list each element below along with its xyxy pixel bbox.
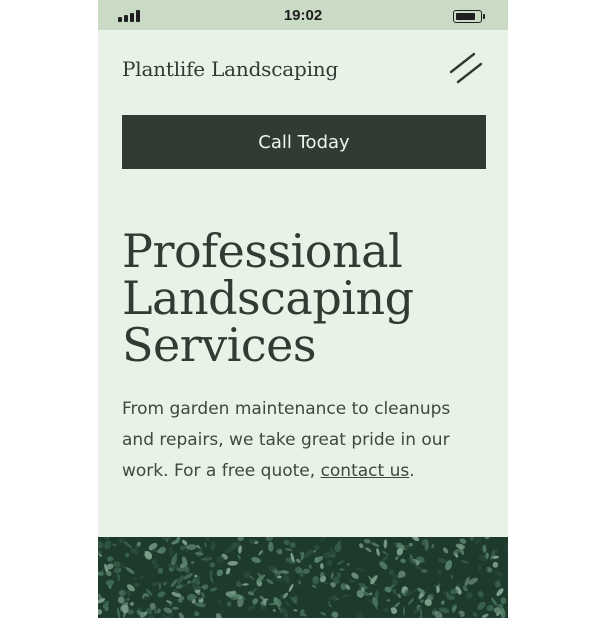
- hedge-foliage-image: [98, 533, 508, 618]
- hero-title-line: Professional: [122, 224, 403, 278]
- hero-intro: From garden maintenance to cleanups and …: [122, 394, 484, 487]
- battery-tip: [483, 14, 485, 19]
- menu-icon[interactable]: [446, 50, 486, 88]
- hero-title-line: Services: [122, 318, 317, 372]
- phone-screen: 19:02 Plantlife Landscaping Call Today P…: [98, 0, 508, 618]
- battery-icon: [453, 10, 482, 23]
- call-today-button[interactable]: Call Today: [122, 115, 486, 169]
- intro-trailing: .: [409, 461, 415, 481]
- contact-us-link[interactable]: contact us: [321, 461, 410, 481]
- hero-title: Professional Landscaping Services: [122, 228, 502, 369]
- hero-title-line: Landscaping: [122, 271, 414, 325]
- brand-logo-text[interactable]: Plantlife Landscaping: [122, 57, 338, 81]
- status-time: 19:02: [283, 7, 323, 24]
- status-bar: 19:02: [98, 0, 508, 30]
- battery-level: [455, 12, 476, 20]
